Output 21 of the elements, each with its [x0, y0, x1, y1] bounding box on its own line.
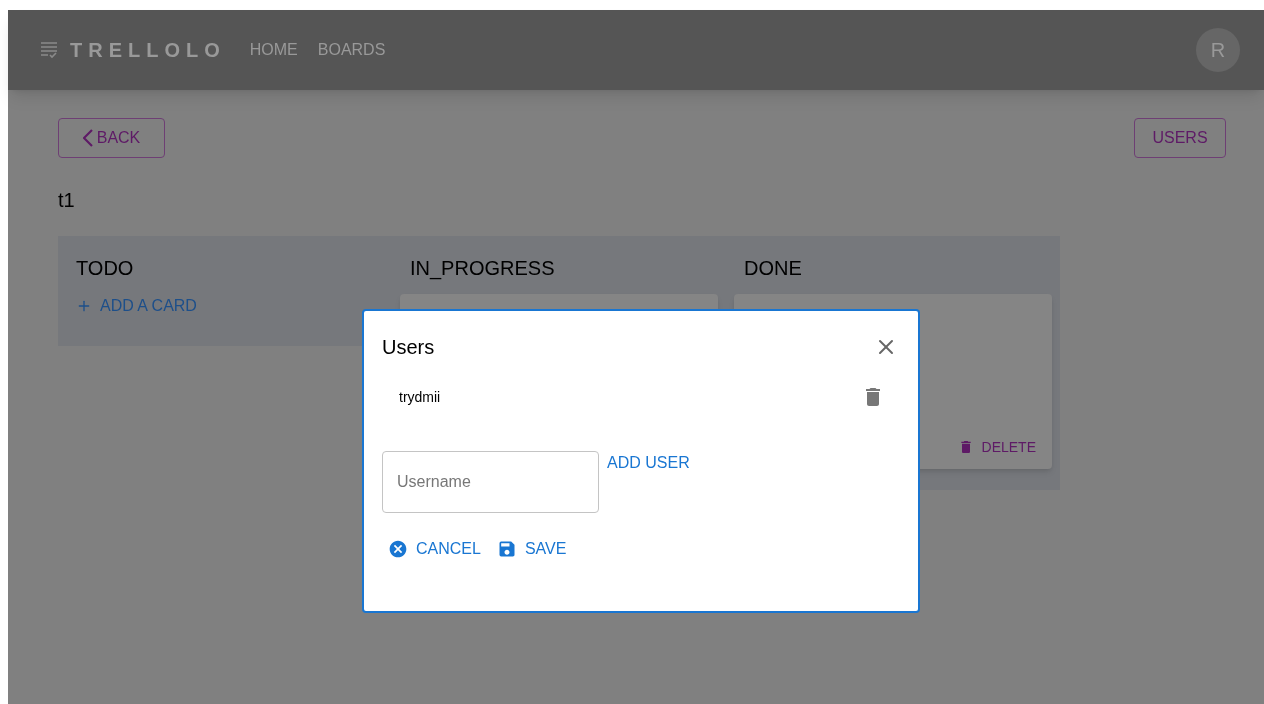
users-button[interactable]: USERS — [1134, 118, 1226, 158]
chevron-left-icon — [82, 129, 93, 147]
cancel-icon — [388, 539, 408, 559]
logo: TRELLOLO — [70, 38, 226, 63]
plus-icon — [76, 298, 92, 314]
cancel-button[interactable]: CANCEL — [388, 537, 481, 561]
column-title: IN_PROGRESS — [410, 256, 556, 282]
back-button[interactable]: BACK — [58, 118, 165, 158]
save-button[interactable]: SAVE — [496, 537, 567, 561]
board-title: t1 — [57, 188, 76, 213]
nav-link[interactable]: HOME — [249, 38, 298, 62]
dialog-title: Users — [382, 335, 435, 360]
column-title: DONE — [744, 256, 803, 281]
column-title: TODO — [76, 256, 135, 281]
add-user-button[interactable]: ADD USER — [607, 451, 690, 475]
user-name: trydmii — [399, 388, 441, 407]
add-card-button[interactable]: ADD A CARD — [76, 294, 197, 318]
username-field[interactable]: Username — [382, 451, 599, 513]
checklist-icon — [40, 41, 58, 59]
delete-button[interactable]: DELETE — [949, 433, 1044, 461]
nav-link[interactable]: BOARDS — [317, 38, 386, 62]
